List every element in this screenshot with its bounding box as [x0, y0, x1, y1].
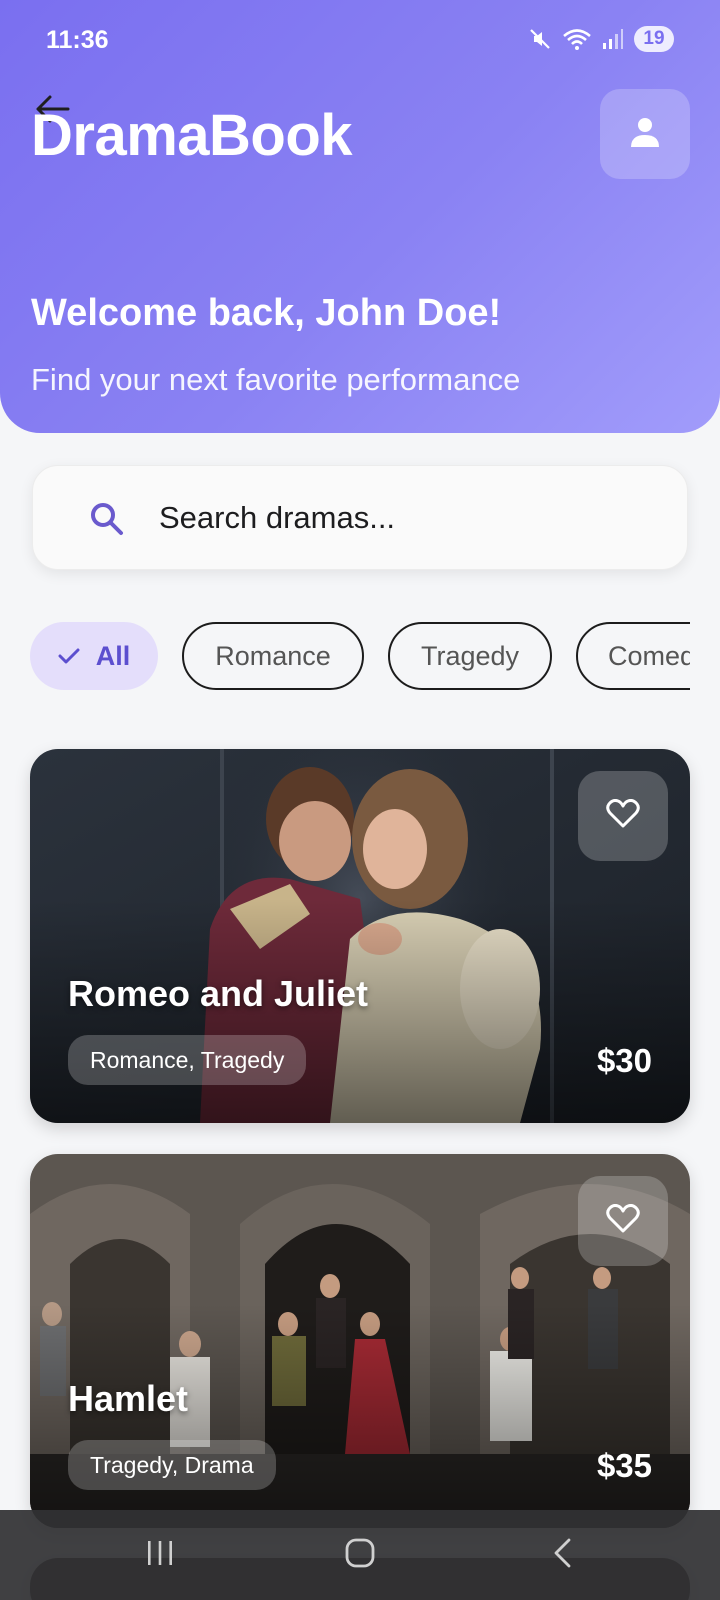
header-subtitle: Find your next favorite performance [31, 362, 521, 397]
favorite-button[interactable] [578, 1176, 668, 1266]
status-bar: 11:36 19 [0, 0, 720, 80]
search-bar[interactable] [32, 465, 688, 570]
battery-indicator: 19 [634, 26, 674, 52]
filter-chip-label: Comedy [608, 640, 690, 671]
back-icon [551, 1537, 573, 1574]
filter-chip-romance[interactable]: Romance [182, 622, 364, 690]
profile-button[interactable] [600, 89, 690, 179]
system-navigation-bar [0, 1510, 720, 1600]
header: 11:36 19 DramaBook Welcome back, John Do… [0, 0, 720, 433]
recent-apps-button[interactable] [100, 1510, 220, 1600]
heart-icon [606, 798, 640, 834]
app-title: DramaBook [31, 103, 353, 168]
filter-chip-label: Tragedy [420, 640, 520, 671]
check-icon [58, 641, 80, 672]
signal-icon [602, 28, 624, 50]
drama-card[interactable]: Hamlet Tragedy, Drama $35 [30, 1154, 690, 1528]
home-button[interactable] [300, 1510, 420, 1600]
filter-chips: All Romance Tragedy Comedy [30, 622, 690, 692]
back-button[interactable] [502, 1510, 622, 1600]
filter-chip-comedy[interactable]: Comedy [576, 622, 690, 690]
favorite-button[interactable] [578, 771, 668, 861]
genre-tag: Romance, Tragedy [68, 1035, 307, 1085]
welcome-message: Welcome back, John Doe! [31, 292, 502, 334]
status-time: 11:36 [46, 26, 109, 54]
filter-chip-label: Romance [215, 640, 331, 671]
drama-price: $35 [596, 1447, 652, 1484]
filter-chip-tragedy[interactable]: Tragedy [388, 622, 552, 690]
heart-icon [606, 1203, 640, 1239]
wifi-icon [562, 27, 592, 51]
drama-card[interactable]: Romeo and Juliet Romance, Tragedy $30 [30, 749, 690, 1123]
drama-title: Romeo and Juliet [68, 973, 369, 1014]
genre-tag: Tragedy, Drama [68, 1440, 276, 1490]
search-icon [89, 501, 125, 542]
recent-apps-icon [145, 1539, 175, 1572]
filter-chip-all[interactable]: All [30, 622, 158, 690]
mute-icon [528, 27, 552, 51]
drama-title: Hamlet [68, 1378, 189, 1419]
home-icon [344, 1537, 376, 1574]
status-icons: 19 [528, 26, 674, 52]
person-icon [628, 115, 662, 154]
search-input[interactable] [159, 496, 659, 540]
filter-chip-label: All [95, 640, 131, 671]
drama-price: $30 [596, 1042, 652, 1079]
